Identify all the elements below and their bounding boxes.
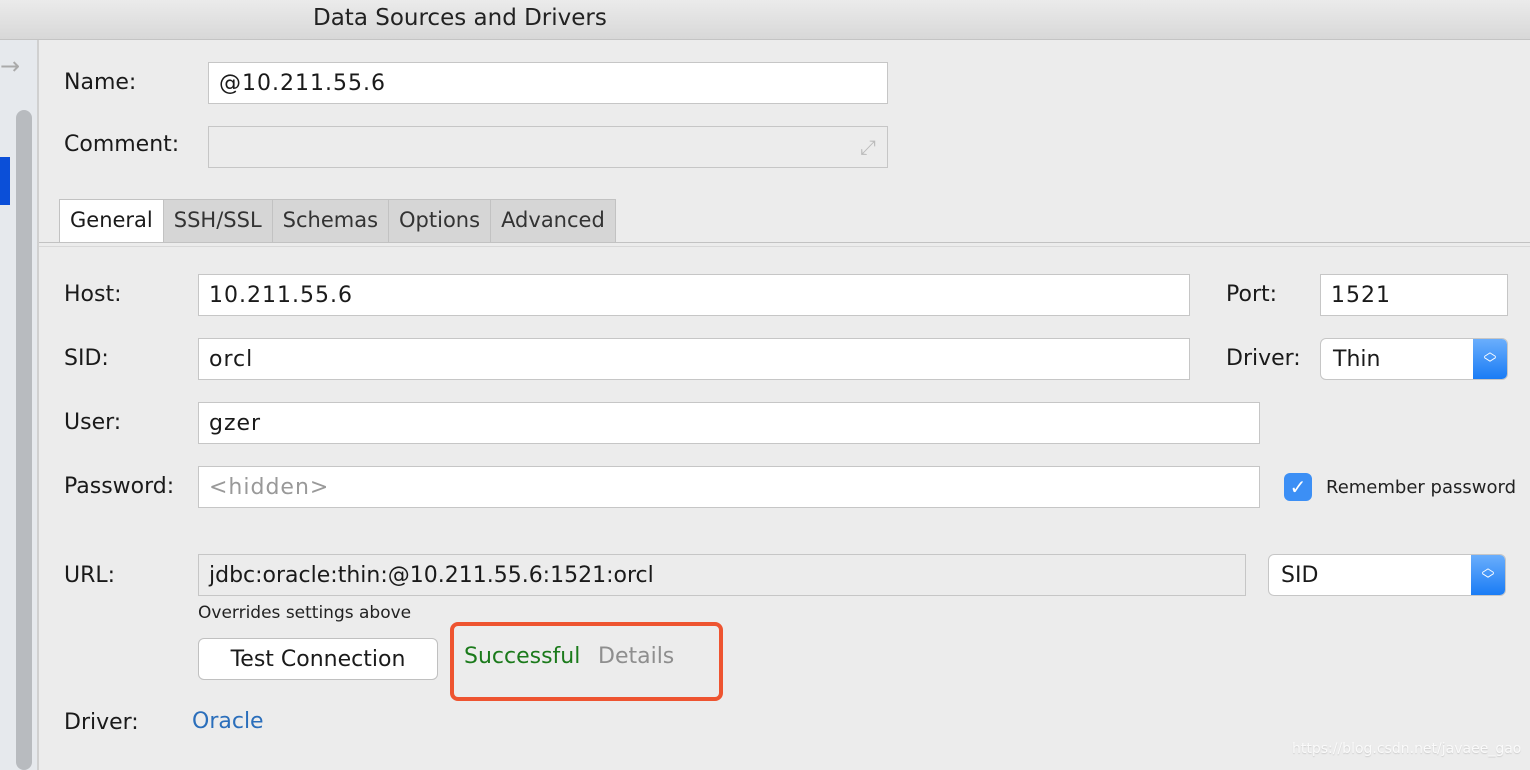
remember-password-checkbox[interactable]: ✓ — [1284, 473, 1312, 501]
driver-label: Driver: — [1226, 346, 1301, 371]
password-input[interactable]: <hidden> — [198, 466, 1260, 508]
connection-status: Successful — [464, 644, 581, 669]
comment-input[interactable]: ⤢ — [208, 126, 888, 168]
password-label: Password: — [64, 474, 175, 499]
url-type-value: SID — [1281, 562, 1319, 588]
scrollbar[interactable] — [16, 110, 32, 770]
tab-bar: General SSH/SSL Schemas Options Advanced — [59, 199, 616, 243]
user-input[interactable]: gzer — [198, 402, 1260, 444]
window-title: Data Sources and Drivers — [313, 5, 607, 31]
user-label: User: — [64, 410, 122, 435]
url-type-select[interactable]: SID ︿ ﹀ — [1268, 554, 1506, 596]
expand-icon[interactable]: ⤢ — [860, 135, 877, 159]
checkmark-icon: ✓ — [1289, 475, 1307, 499]
details-link[interactable]: Details — [598, 644, 674, 669]
tab-advanced[interactable]: Advanced — [491, 199, 616, 243]
tab-ssh-ssl[interactable]: SSH/SSL — [163, 199, 273, 243]
driver-value: Thin — [1333, 346, 1381, 372]
port-label: Port: — [1226, 282, 1278, 307]
driver-link[interactable]: Oracle — [192, 709, 264, 734]
title-bar — [0, 0, 1530, 40]
tab-divider — [39, 246, 1530, 247]
tab-divider — [39, 242, 1530, 243]
chevron-up-down-icon: ︿ ﹀ — [1471, 555, 1505, 595]
comment-label: Comment: — [64, 132, 180, 157]
arrow-right-icon[interactable]: → — [0, 52, 20, 80]
driver-select[interactable]: Thin ︿ ﹀ — [1320, 338, 1508, 380]
name-label: Name: — [64, 70, 137, 95]
remember-password-label: Remember password — [1326, 477, 1516, 498]
chevron-up-down-icon: ︿ ﹀ — [1473, 339, 1507, 379]
test-connection-button[interactable]: Test Connection — [198, 638, 438, 680]
sid-label: SID: — [64, 346, 109, 371]
port-input[interactable]: 1521 — [1320, 274, 1508, 316]
host-label: Host: — [64, 282, 122, 307]
tab-options[interactable]: Options — [389, 199, 492, 243]
watermark: https://blog.csdn.net/javaee_gao — [1292, 741, 1522, 757]
tab-schemas[interactable]: Schemas — [272, 199, 390, 243]
name-input[interactable]: @10.211.55.6 — [208, 62, 888, 104]
url-note: Overrides settings above — [198, 603, 412, 623]
url-label: URL: — [64, 563, 116, 588]
driver-info-label: Driver: — [64, 710, 139, 735]
tab-general[interactable]: General — [59, 199, 164, 243]
selected-item-indicator — [0, 157, 10, 205]
host-input[interactable]: 10.211.55.6 — [198, 274, 1190, 316]
url-input[interactable]: jdbc:oracle:thin:@10.211.55.6:1521:orcl — [198, 554, 1246, 596]
sid-input[interactable]: orcl — [198, 338, 1190, 380]
